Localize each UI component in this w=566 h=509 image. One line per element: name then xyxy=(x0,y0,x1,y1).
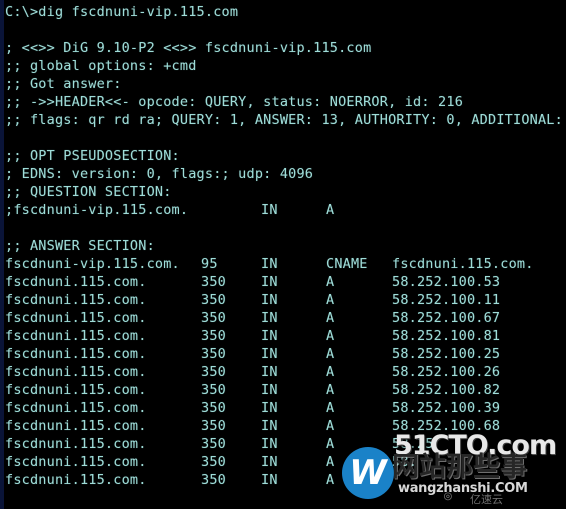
answer-name: fscdnuni.115.com. xyxy=(5,310,147,326)
answer-name: fscdnuni.115.com. xyxy=(5,364,147,380)
answer-type: A xyxy=(326,418,335,434)
dig-version-line: ; <<>> DiG 9.10-P2 <<>> fscdnuni-vip.115… xyxy=(5,40,372,56)
answer-type: A xyxy=(326,310,335,326)
answer-row: fscdnuni.115.com. 350 IN A xyxy=(5,471,566,489)
answer-data: 58.252.100.11 xyxy=(392,292,501,308)
answer-data: 58.252.100.68 xyxy=(392,418,501,434)
answer-ttl: 350 xyxy=(201,382,226,398)
dig-header-line: ;; ->>HEADER<<- opcode: QUERY, status: N… xyxy=(5,94,464,110)
window-left-edge xyxy=(0,0,4,509)
answer-ttl: 350 xyxy=(201,274,226,290)
answer-ttl: 350 xyxy=(201,328,226,344)
answer-class: IN xyxy=(261,418,278,434)
answer-class: IN xyxy=(261,310,278,326)
command-prompt-window: C:\>dig fscdnuni-vip.115.com ; <<>> DiG … xyxy=(0,0,566,509)
answer-class: IN xyxy=(261,382,278,398)
answer-name: fscdnuni.115.com. xyxy=(5,400,147,416)
answer-data: 58. xyxy=(392,454,417,470)
question-class: IN xyxy=(261,202,278,218)
answer-data: 58.252.100.39 xyxy=(392,400,501,416)
dig-flags-line: ;; flags: qr rd ra; QUERY: 1, ANSWER: 13… xyxy=(5,112,566,128)
answer-name: fscdnuni.115.com. xyxy=(5,454,147,470)
question-row: ;fscdnuni-vip.115.com. IN A xyxy=(5,201,566,219)
answer-class: IN xyxy=(261,256,278,272)
answer-ttl: 350 xyxy=(201,310,226,326)
answer-class: IN xyxy=(261,436,278,452)
console-text-area[interactable]: C:\>dig fscdnuni-vip.115.com ; <<>> DiG … xyxy=(0,0,566,509)
answer-type: A xyxy=(326,400,335,416)
answer-row: fscdnuni.115.com. 350 IN A 58.252.100.39 xyxy=(5,399,566,417)
answer-ttl: 350 xyxy=(201,400,226,416)
answer-data: 58.252.100.53 xyxy=(392,274,501,290)
answer-row: fscdnuni.115.com. 350 IN A 58. xyxy=(5,453,566,471)
answer-type: A xyxy=(326,436,335,452)
answer-class: IN xyxy=(261,292,278,308)
answer-name: fscdnuni.115.com. xyxy=(5,382,147,398)
answer-class: IN xyxy=(261,472,278,488)
answer-name: fscdnuni.115.com. xyxy=(5,274,147,290)
answer-type: A xyxy=(326,472,335,488)
dig-got-answer-line: ;; Got answer: xyxy=(5,76,122,92)
answer-ttl: 350 xyxy=(201,292,226,308)
answer-row: fscdnuni.115.com. 350 IN A 58.252.100.68 xyxy=(5,417,566,435)
answer-class: IN xyxy=(261,346,278,362)
answer-row: fscdnuni.115.com. 350 IN A 58.252.100.67 xyxy=(5,309,566,327)
answer-ttl: 350 xyxy=(201,454,226,470)
answer-type: CNAME xyxy=(326,256,368,272)
answer-name: fscdnuni-vip.115.com. xyxy=(5,256,180,272)
answer-data: 58.252.100.67 xyxy=(392,310,501,326)
answer-class: IN xyxy=(261,400,278,416)
edns-line: ; EDNS: version: 0, flags:; udp: 4096 xyxy=(5,166,314,182)
answer-row: fscdnuni-vip.115.com. 95 IN CNAME fscdnuni.1… xyxy=(5,255,566,273)
answer-row: fscdnuni.115.com. 350 IN A 58.252.100.11 xyxy=(5,291,566,309)
answer-type: A xyxy=(326,382,335,398)
answer-row: fscdnuni.115.com. 350 IN A 58.252.100.26 xyxy=(5,363,566,381)
answer-ttl: 350 xyxy=(201,346,226,362)
answer-name: fscdnuni.115.com. xyxy=(5,328,147,344)
answer-name: fscdnuni.115.com. xyxy=(5,346,147,362)
answer-type: A xyxy=(326,328,335,344)
answer-type: A xyxy=(326,274,335,290)
answer-row: fscdnuni.115.com. 350 IN A 58.252.100.25 xyxy=(5,345,566,363)
answer-name: fscdnuni.115.com. xyxy=(5,292,147,308)
answer-class: IN xyxy=(261,364,278,380)
answer-type: A xyxy=(326,292,335,308)
dig-global-options-line: ;; global options: +cmd xyxy=(5,58,197,74)
answer-data: fscdnuni.115.com. xyxy=(392,256,534,272)
answer-ttl: 350 xyxy=(201,436,226,452)
answer-data: 58.252.100.82 xyxy=(392,382,501,398)
answer-row: fscdnuni.115.com. 350 IN A 58.25 xyxy=(5,435,566,453)
answer-row: fscdnuni.115.com. 350 IN A 58.252.100.81 xyxy=(5,327,566,345)
answer-class: IN xyxy=(261,454,278,470)
answer-name: fscdnuni.115.com. xyxy=(5,472,147,488)
command-prompt-line: C:\>dig fscdnuni-vip.115.com xyxy=(5,4,239,20)
answer-data: 58.252.100.25 xyxy=(392,346,501,362)
answer-type: A xyxy=(326,364,335,380)
answer-data: 58.252.100.26 xyxy=(392,364,501,380)
answer-name: fscdnuni.115.com. xyxy=(5,436,147,452)
question-section-title: ;; QUESTION SECTION: xyxy=(5,184,172,200)
answer-data: 58.25 xyxy=(392,436,434,452)
question-name: ;fscdnuni-vip.115.com. xyxy=(5,202,189,218)
answer-ttl: 350 xyxy=(201,418,226,434)
answer-type: A xyxy=(326,454,335,470)
answer-row: fscdnuni.115.com. 350 IN A 58.252.100.82 xyxy=(5,381,566,399)
answer-ttl: 350 xyxy=(201,364,226,380)
answer-class: IN xyxy=(261,274,278,290)
answer-row: fscdnuni.115.com. 350 IN A 58.252.100.53 xyxy=(5,273,566,291)
answer-section-title: ;; ANSWER SECTION: xyxy=(5,238,155,254)
answer-data: 58.252.100.81 xyxy=(392,328,501,344)
opt-pseudosection-title: ;; OPT PSEUDOSECTION: xyxy=(5,148,180,164)
answer-class: IN xyxy=(261,328,278,344)
answer-ttl: 95 xyxy=(201,256,218,272)
answer-name: fscdnuni.115.com. xyxy=(5,418,147,434)
question-type: A xyxy=(326,202,335,218)
answer-ttl: 350 xyxy=(201,472,226,488)
answer-type: A xyxy=(326,346,335,362)
